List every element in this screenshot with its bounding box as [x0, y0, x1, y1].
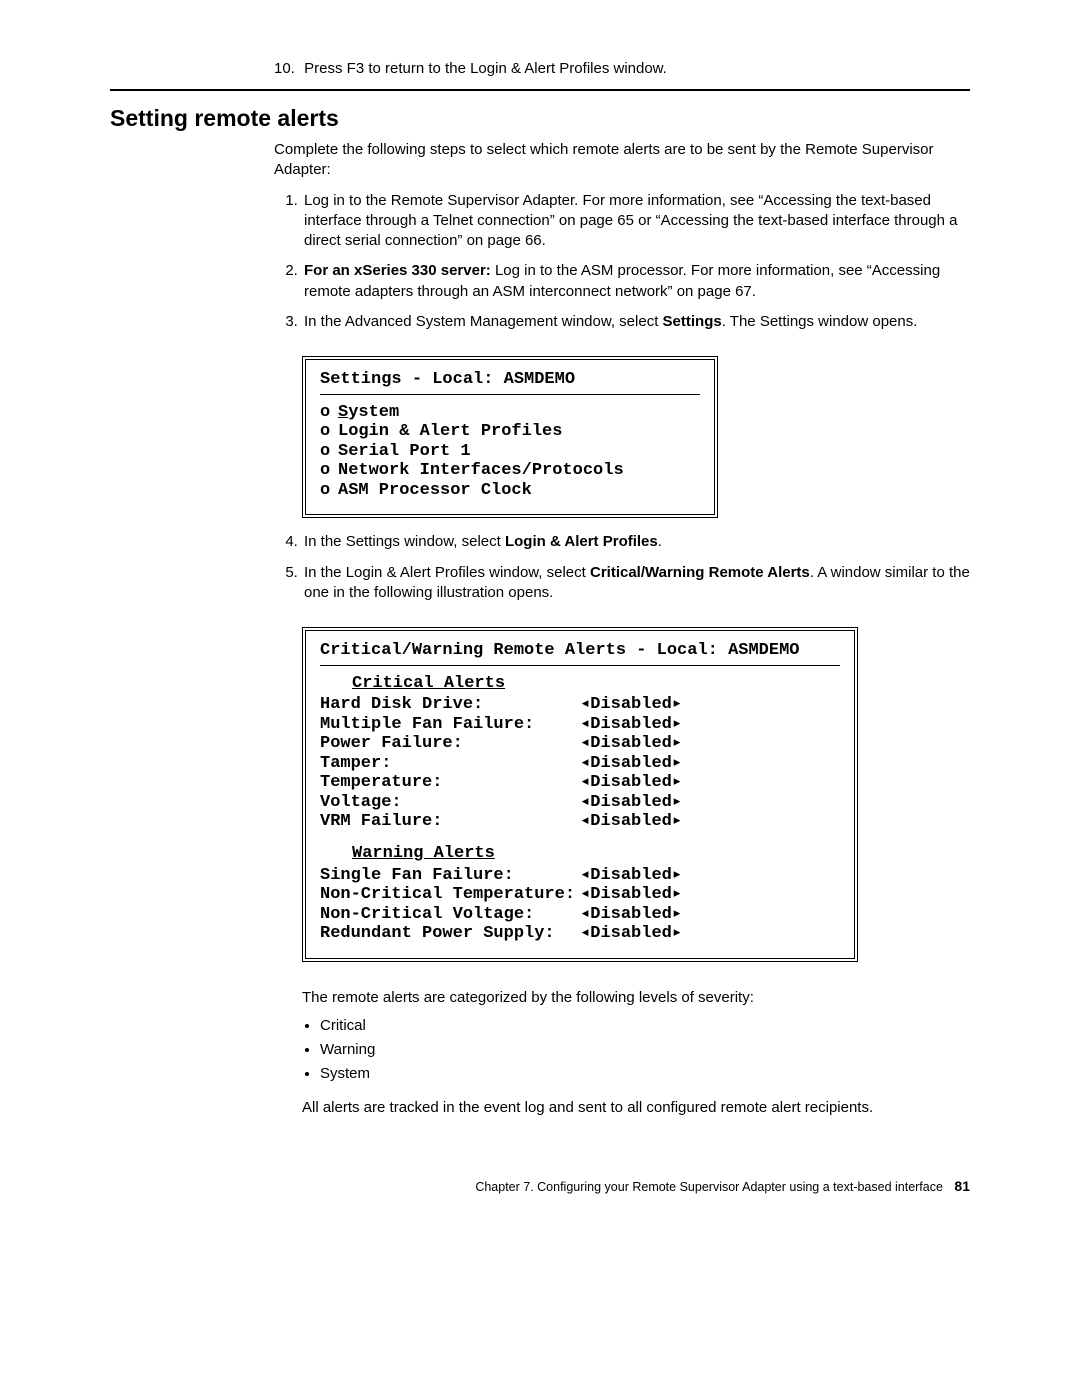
steps-list: Log in to the Remote Supervisor Adapter.…	[274, 191, 970, 333]
crit-power-value: Disabled	[580, 734, 682, 754]
step-10-text: Press F3 to return to the Login & Alert …	[304, 60, 667, 77]
alerts-title-rule	[320, 665, 840, 666]
critical-alerts-heading: Critical Alerts	[352, 674, 840, 694]
section-heading: Setting remote alerts	[110, 105, 970, 132]
step-2-bold: For an xSeries 330 server:	[304, 262, 491, 279]
crit-fan-label: Multiple Fan Failure:	[320, 715, 580, 735]
crit-row-vrm: VRM Failure:Disabled	[320, 812, 840, 832]
tracking-note: All alerts are tracked in the event log …	[302, 1098, 970, 1118]
warn-fan-value: Disabled	[580, 866, 682, 886]
warning-alerts-heading: Warning Alerts	[352, 844, 840, 864]
crit-row-temp: Temperature:Disabled	[320, 773, 840, 793]
warn-voltage-value: Disabled	[580, 905, 682, 925]
warn-voltage-label: Non-Critical Voltage:	[320, 905, 580, 925]
warn-psu-value: Disabled	[580, 924, 682, 944]
warn-row-psu: Redundant Power Supply:Disabled	[320, 924, 840, 944]
step-4: In the Settings window, select Login & A…	[302, 532, 970, 552]
settings-item-clock: ASM Processor Clock	[320, 481, 700, 501]
crit-voltage-value: Disabled	[580, 793, 682, 813]
crit-row-power: Power Failure:Disabled	[320, 734, 840, 754]
warn-row-temp: Non-Critical Temperature:Disabled	[320, 885, 840, 905]
step-2: For an xSeries 330 server: Log in to the…	[302, 261, 970, 302]
page-footer: Chapter 7. Configuring your Remote Super…	[110, 1178, 970, 1194]
intro-paragraph: Complete the following steps to select w…	[274, 140, 970, 181]
spacer	[320, 832, 840, 842]
crit-tamper-value: Disabled	[580, 754, 682, 774]
crit-voltage-label: Voltage:	[320, 793, 580, 813]
step-5: In the Login & Alert Profiles window, se…	[302, 563, 970, 604]
step-1-text: Log in to the Remote Supervisor Adapter.…	[304, 192, 957, 250]
step-1: Log in to the Remote Supervisor Adapter.…	[302, 191, 970, 252]
severity-system: System	[320, 1062, 970, 1086]
crit-vrm-label: VRM Failure:	[320, 812, 580, 832]
section-rule	[110, 89, 970, 91]
step-4-bold: Login & Alert Profiles	[505, 533, 658, 550]
crit-hdd-value: Disabled	[580, 695, 682, 715]
step-3-bold: Settings	[663, 313, 722, 330]
crit-hdd-label: Hard Disk Drive:	[320, 695, 580, 715]
settings-item-login-alert: Login & Alert Profiles	[320, 422, 700, 442]
step-3-post: . The Settings window opens.	[722, 313, 918, 330]
crit-tamper-label: Tamper:	[320, 754, 580, 774]
crit-row-fan: Multiple Fan Failure:Disabled	[320, 715, 840, 735]
step-3-pre: In the Advanced System Management window…	[304, 313, 663, 330]
crit-temp-label: Temperature:	[320, 773, 580, 793]
footer-page-number: 81	[954, 1178, 970, 1194]
warn-row-voltage: Non-Critical Voltage:Disabled	[320, 905, 840, 925]
crit-vrm-value: Disabled	[580, 812, 682, 832]
warn-row-fan: Single Fan Failure:Disabled	[320, 866, 840, 886]
settings-window-title: Settings - Local: ASMDEMO	[320, 370, 700, 390]
crit-row-voltage: Voltage:Disabled	[320, 793, 840, 813]
warn-temp-value: Disabled	[580, 885, 682, 905]
step-4-pre: In the Settings window, select	[304, 533, 505, 550]
settings-item-system-accel: S	[338, 403, 348, 422]
settings-item-system: System	[320, 403, 700, 423]
crit-row-hdd: Hard Disk Drive:Disabled	[320, 695, 840, 715]
step-10-number: 10.	[274, 60, 300, 77]
severity-list: Critical Warning System	[302, 1014, 970, 1086]
step-3: In the Advanced System Management window…	[302, 312, 970, 332]
crit-row-tamper: Tamper:Disabled	[320, 754, 840, 774]
alerts-window-screenshot: Critical/Warning Remote Alerts - Local: …	[302, 627, 858, 962]
settings-item-serial: Serial Port 1	[320, 442, 700, 462]
settings-item-system-tail: ystem	[348, 403, 399, 422]
crit-temp-value: Disabled	[580, 773, 682, 793]
alerts-window-title: Critical/Warning Remote Alerts - Local: …	[320, 641, 840, 661]
crit-power-label: Power Failure:	[320, 734, 580, 754]
step-5-pre: In the Login & Alert Profiles window, se…	[304, 564, 590, 581]
settings-title-rule	[320, 394, 700, 395]
footer-chapter: Chapter 7. Configuring your Remote Super…	[475, 1180, 943, 1194]
warn-psu-label: Redundant Power Supply:	[320, 924, 580, 944]
steps-list-cont: In the Settings window, select Login & A…	[274, 532, 970, 603]
severity-intro: The remote alerts are categorized by the…	[302, 988, 970, 1008]
crit-fan-value: Disabled	[580, 715, 682, 735]
severity-critical: Critical	[320, 1014, 970, 1038]
step-5-bold: Critical/Warning Remote Alerts	[590, 564, 810, 581]
warn-temp-label: Non-Critical Temperature:	[320, 885, 580, 905]
settings-item-network: Network Interfaces/Protocols	[320, 461, 700, 481]
severity-warning: Warning	[320, 1038, 970, 1062]
step-4-post: .	[658, 533, 662, 550]
settings-window-screenshot: Settings - Local: ASMDEMO System Login &…	[302, 356, 718, 518]
step-10: 10. Press F3 to return to the Login & Al…	[274, 60, 970, 77]
warn-fan-label: Single Fan Failure:	[320, 866, 580, 886]
